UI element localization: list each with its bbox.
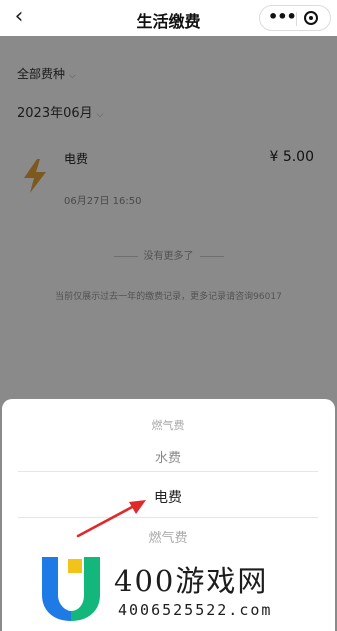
capsule-divider <box>296 12 297 26</box>
picker-option-gas[interactable]: 燃气费 <box>18 527 318 546</box>
watermark-logo-icon <box>42 557 100 621</box>
watermark-url: 4006525522.com <box>118 601 273 619</box>
picker-option-water[interactable]: 水费 <box>18 447 318 466</box>
picker-selection-line-top <box>18 471 318 472</box>
picker-option-faded: 燃气费 <box>18 417 318 433</box>
navigation-bar: ‹ 生活缴费 ••• <box>0 0 337 36</box>
picker-option-faded-label: 燃气费 <box>151 419 185 432</box>
logo-left-blade <box>42 557 71 621</box>
target-icon[interactable] <box>304 11 318 25</box>
mini-program-capsule: ••• <box>259 5 331 31</box>
logo-accent <box>68 559 82 573</box>
annotation-arrow-icon <box>76 500 146 538</box>
picker-option-electricity[interactable]: 电费 <box>18 487 318 507</box>
more-dots-icon[interactable]: ••• <box>268 9 297 28</box>
watermark-brand: 400游戏网 <box>114 564 269 598</box>
arrow-shaft <box>76 504 136 538</box>
picker-selection-line-bottom <box>18 517 318 518</box>
